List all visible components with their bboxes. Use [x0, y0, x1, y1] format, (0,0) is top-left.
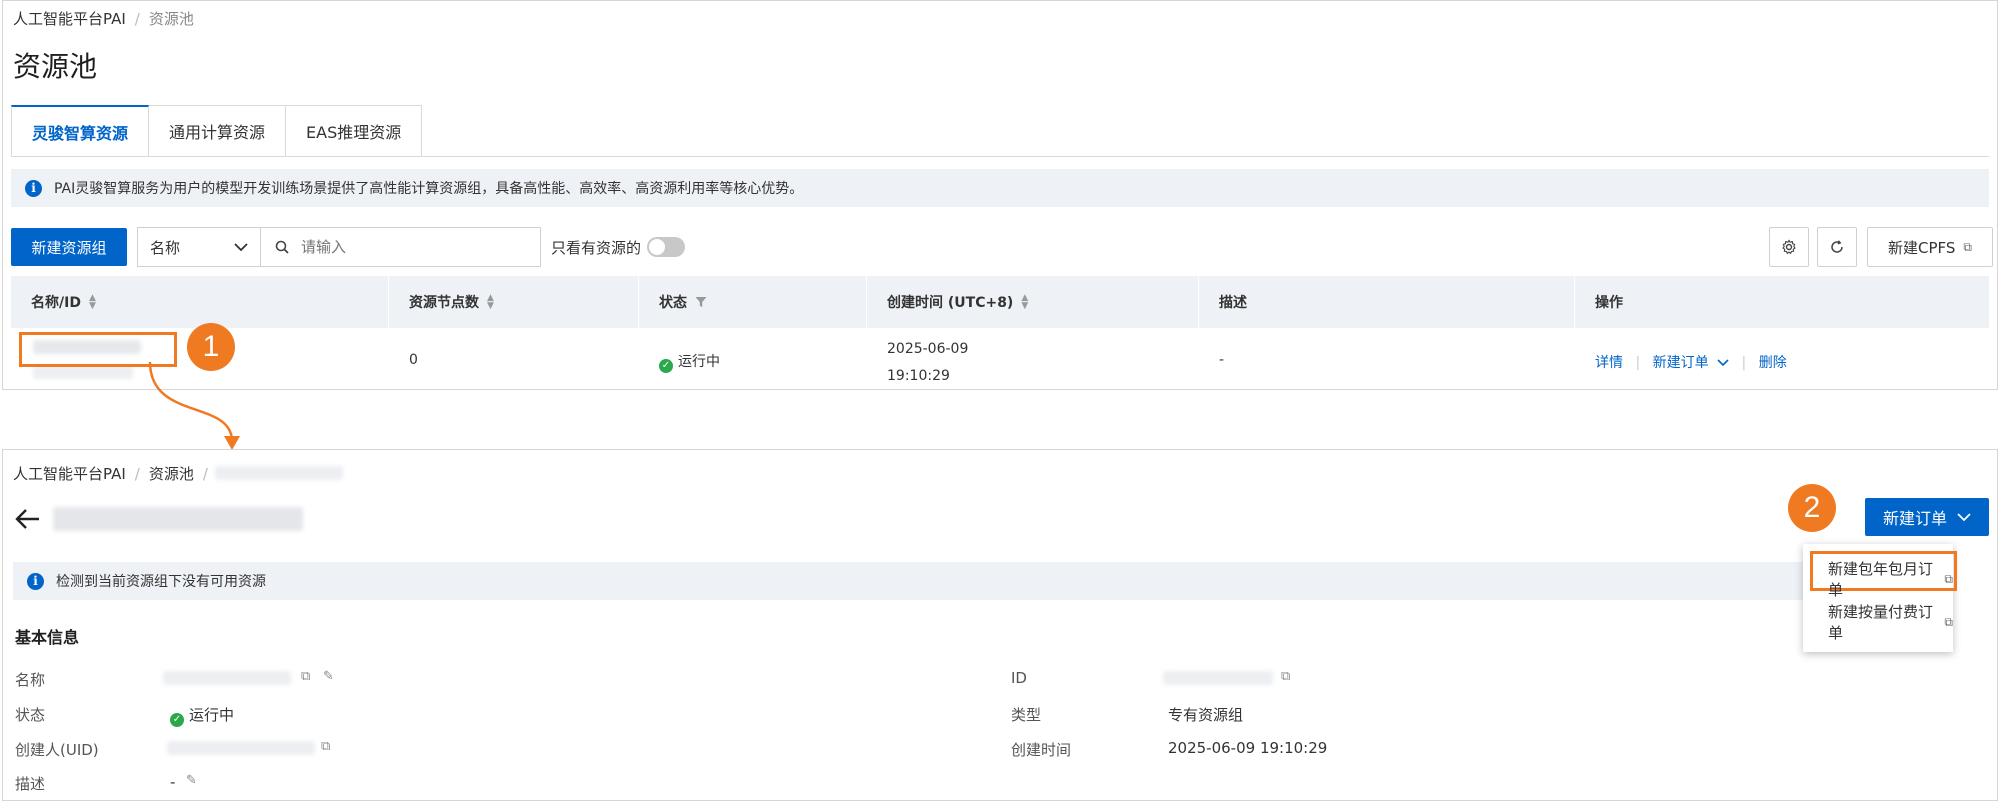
- new-order-button[interactable]: 新建订单: [1865, 498, 1989, 536]
- external-link-icon: ⧉: [1944, 571, 1953, 586]
- back-arrow-icon[interactable]: [15, 508, 41, 530]
- field-label-type: 类型: [1011, 706, 1042, 724]
- field-label-created-time: 创建时间: [1011, 741, 1072, 759]
- resource-group-detail-panel: 人工智能平台PAI / 资源池/ 2 新建订单 i 检测到当前资源组下没有可用资源 …: [2, 449, 1998, 801]
- field-value-name: [163, 671, 291, 685]
- menu-item-subscription-order[interactable]: 新建包年包月订单 ⧉: [1828, 558, 1953, 600]
- resource-group-title: [53, 507, 303, 531]
- field-label-name: 名称: [15, 671, 46, 689]
- copy-icon[interactable]: ⧉: [1281, 669, 1290, 684]
- breadcrumb-pai[interactable]: 人工智能平台PAI: [13, 465, 126, 483]
- menu-item-pay-as-you-go-order[interactable]: 新建按量付费订单 ⧉: [1828, 601, 1953, 643]
- info-icon: i: [27, 572, 44, 590]
- field-label-description: 描述: [15, 775, 46, 793]
- section-title: 基本信息: [15, 628, 80, 647]
- field-value-status: ✓ 运行中: [170, 704, 234, 727]
- external-link-icon: ⧉: [1944, 614, 1953, 629]
- field-value-id: [1163, 671, 1273, 685]
- check-circle-icon: ✓: [170, 712, 184, 727]
- step-badge-2: 2: [1788, 484, 1836, 532]
- field-value-description: -: [170, 773, 176, 791]
- breadcrumb-separator: /: [202, 465, 208, 483]
- field-label-id: ID: [1011, 669, 1027, 687]
- field-value-creator-uid: [167, 741, 315, 755]
- breadcrumb: 人工智能平台PAI / 资源池 /: [13, 463, 217, 484]
- no-resource-notice: i 检测到当前资源组下没有可用资源: [13, 562, 1803, 600]
- field-label-creator-uid: 创建人(UID): [15, 741, 99, 759]
- breadcrumb-resource-pool[interactable]: 资源池: [149, 465, 194, 483]
- copy-icon[interactable]: ⧉: [301, 669, 310, 684]
- field-value-type: 专有资源组: [1168, 706, 1244, 724]
- copy-icon[interactable]: ⧉: [321, 739, 330, 754]
- edit-icon[interactable]: ✎: [186, 773, 197, 788]
- breadcrumb-separator: /: [134, 465, 140, 483]
- new-order-dropdown-menu: 新建包年包月订单 ⧉ 新建按量付费订单 ⧉: [1803, 544, 1957, 652]
- breadcrumb-group-name: [215, 466, 343, 480]
- chevron-down-icon: [1957, 512, 1971, 521]
- new-order-label: 新建订单: [1882, 509, 1947, 528]
- connector-arrow: [148, 361, 240, 450]
- no-resource-notice-text: 检测到当前资源组下没有可用资源: [56, 574, 266, 590]
- edit-icon[interactable]: ✎: [323, 669, 334, 684]
- field-value-created-time: 2025-06-09 19:10:29: [1168, 739, 1328, 757]
- field-label-status: 状态: [15, 706, 46, 724]
